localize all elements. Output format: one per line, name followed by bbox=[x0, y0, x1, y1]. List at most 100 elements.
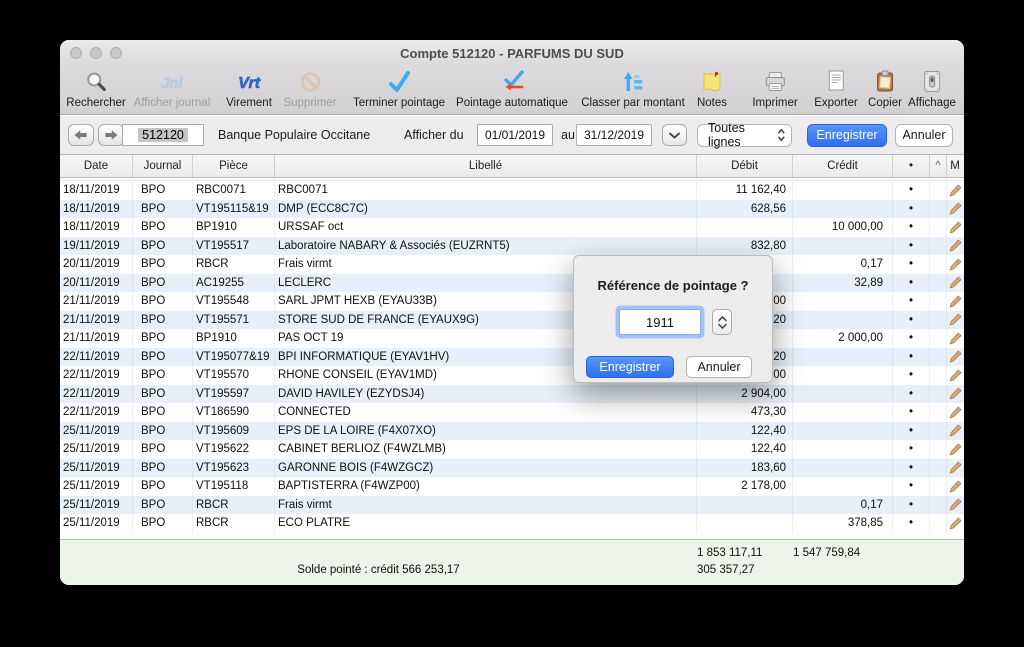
edit-row-button[interactable] bbox=[947, 274, 963, 293]
lines-filter-select[interactable]: Toutes lignes bbox=[697, 121, 792, 149]
dialog-cancel-button[interactable]: Annuler bbox=[686, 356, 752, 378]
pencil-icon bbox=[949, 369, 961, 382]
sort-by-amount-button[interactable]: Classer par montant bbox=[581, 68, 685, 109]
cell-credit bbox=[793, 347, 893, 366]
cell-piece: VT195622 bbox=[193, 440, 275, 459]
pointed-balance-debit: 305 357,27 bbox=[697, 563, 755, 576]
edit-row-button[interactable] bbox=[947, 459, 963, 478]
column-header-journal[interactable]: Journal bbox=[133, 155, 193, 177]
table-row[interactable]: 18/11/2019 BPO RBC0071 RBC0071 11 162,40… bbox=[60, 181, 964, 200]
display-button[interactable]: Affichage bbox=[908, 68, 956, 109]
auto-pointing-button[interactable]: Pointage automatique bbox=[456, 68, 568, 109]
table-row[interactable]: 25/11/2019 BPO VT195623 GARONNE BOIS (F4… bbox=[60, 458, 964, 478]
table-row[interactable]: 22/11/2019 BPO VT195077&19 BPI INFORMATI… bbox=[60, 347, 964, 367]
date-from-field[interactable]: 01/01/2019 bbox=[477, 124, 553, 146]
table-row[interactable]: 21/11/2019 BPO VT195548 SARL JPMT HEXB (… bbox=[60, 292, 964, 311]
cell-credit: 0,17 bbox=[793, 255, 893, 274]
copy-icon bbox=[873, 68, 897, 96]
table-row[interactable]: 18/11/2019 BPO VT195115&19 DMP (ECC8C7C)… bbox=[60, 199, 964, 219]
print-button[interactable]: Imprimer bbox=[752, 68, 798, 109]
edit-row-button[interactable] bbox=[947, 403, 963, 422]
table-row[interactable]: 22/11/2019 BPO VT195597 DAVID HAVILEY (E… bbox=[60, 384, 964, 404]
edit-row-button[interactable] bbox=[947, 496, 963, 515]
previous-account-button[interactable] bbox=[68, 124, 94, 146]
cell-credit bbox=[793, 384, 893, 403]
edit-row-button[interactable] bbox=[947, 311, 963, 330]
table-row[interactable]: 21/11/2019 BPO BP1910 PAS OCT 19 2 000,0… bbox=[60, 329, 964, 348]
table-row[interactable]: 19/11/2019 BPO VT195517 Laboratoire NABA… bbox=[60, 236, 964, 256]
total-credit: 1 547 759,84 bbox=[793, 546, 861, 559]
finish-pointing-button[interactable]: Terminer pointage bbox=[353, 68, 445, 109]
reference-stepper[interactable] bbox=[712, 309, 732, 335]
column-header-debit[interactable]: Débit bbox=[697, 155, 793, 177]
titlebar[interactable]: Compte 512120 - PARFUMS DU SUD bbox=[60, 40, 964, 66]
table-row[interactable]: 25/11/2019 BPO VT195609 EPS DE LA LOIRE … bbox=[60, 421, 964, 441]
edit-row-button[interactable] bbox=[947, 255, 963, 274]
cell-date: 25/11/2019 bbox=[60, 440, 133, 459]
column-header-date[interactable]: Date bbox=[60, 155, 133, 177]
table-row[interactable]: 20/11/2019 BPO RBCR Frais virmt 0,17 • bbox=[60, 255, 964, 274]
edit-row-button[interactable] bbox=[947, 477, 963, 496]
edit-row-button[interactable] bbox=[947, 218, 963, 237]
edit-row-button[interactable] bbox=[947, 385, 963, 404]
table-row[interactable]: 20/11/2019 BPO AC19255 LECLERC 32,89 • bbox=[60, 273, 964, 293]
export-button[interactable]: Exporter bbox=[814, 68, 858, 109]
edit-row-button[interactable] bbox=[947, 366, 963, 385]
table-row[interactable]: 25/11/2019 BPO VT195118 BAPTISTERRA (F4W… bbox=[60, 477, 964, 496]
table-row[interactable]: 25/11/2019 BPO VT195622 CABINET BERLIOZ … bbox=[60, 440, 964, 459]
date-presets-button[interactable] bbox=[662, 124, 687, 146]
edit-row-button[interactable] bbox=[947, 514, 963, 533]
table-row[interactable]: 18/11/2019 BPO BP1910 URSSAF oct 10 000,… bbox=[60, 218, 964, 237]
edit-row-button[interactable] bbox=[947, 292, 963, 311]
cell-credit bbox=[793, 440, 893, 459]
column-header-caret[interactable]: ^ bbox=[930, 155, 947, 177]
edit-row-button[interactable] bbox=[947, 329, 963, 348]
notes-button[interactable]: Notes bbox=[697, 68, 727, 109]
pointed-marker: • bbox=[893, 273, 930, 292]
pointing-reference-input[interactable] bbox=[619, 309, 701, 335]
sort-amount-icon bbox=[621, 68, 645, 96]
window-title: Compte 512120 - PARFUMS DU SUD bbox=[400, 46, 624, 61]
copy-button[interactable]: Copier bbox=[868, 68, 902, 109]
cell-piece: RBCR bbox=[193, 514, 275, 533]
table-row[interactable]: 22/11/2019 BPO VT186590 CONNECTED 473,30… bbox=[60, 403, 964, 422]
column-header-credit[interactable]: Crédit bbox=[793, 155, 893, 177]
edit-row-button[interactable] bbox=[947, 200, 963, 219]
cell-debit bbox=[697, 495, 793, 514]
date-to-field[interactable]: 31/12/2019 bbox=[576, 124, 652, 146]
table-row[interactable]: 22/11/2019 BPO VT195570 RHONE CONSEIL (E… bbox=[60, 366, 964, 385]
edit-row-button[interactable] bbox=[947, 181, 963, 200]
edit-row-button[interactable] bbox=[947, 348, 963, 367]
account-number-field[interactable]: 512120 bbox=[122, 124, 204, 146]
pointed-marker: • bbox=[893, 384, 930, 403]
transfer-button[interactable]: Vrt Virement bbox=[226, 68, 272, 109]
cell-piece: VT195570 bbox=[193, 366, 275, 385]
column-header-libelle[interactable]: Libellé bbox=[275, 155, 697, 177]
save-button[interactable]: Enregistrer bbox=[807, 123, 887, 147]
column-header-piece[interactable]: Pièce bbox=[193, 155, 275, 177]
cell-credit: 378,85 bbox=[793, 514, 893, 533]
cell-caret bbox=[930, 236, 947, 255]
cell-credit bbox=[793, 477, 893, 496]
table-row[interactable]: 21/11/2019 BPO VT195571 STORE SUD DE FRA… bbox=[60, 310, 964, 330]
edit-row-button[interactable] bbox=[947, 237, 963, 256]
column-header-pointed[interactable]: • bbox=[893, 155, 930, 177]
cell-debit: 122,40 bbox=[697, 421, 793, 440]
toolbar-label: Afficher journal bbox=[133, 97, 211, 109]
cell-caret bbox=[930, 458, 947, 477]
cell-date: 18/11/2019 bbox=[60, 218, 133, 237]
next-account-button[interactable] bbox=[98, 124, 124, 146]
cell-credit bbox=[793, 181, 893, 200]
dialog-save-button[interactable]: Enregistrer bbox=[586, 356, 674, 378]
cancel-button[interactable]: Annuler bbox=[895, 123, 953, 147]
toolbar-label: Copier bbox=[868, 97, 902, 109]
cell-libelle: RBC0071 bbox=[275, 181, 697, 200]
edit-row-button[interactable] bbox=[947, 440, 963, 459]
column-header-m[interactable]: M bbox=[947, 155, 963, 177]
cell-date: 21/11/2019 bbox=[60, 292, 133, 311]
table-row[interactable]: 25/11/2019 BPO RBCR ECO PLATRE 378,85 • bbox=[60, 514, 964, 533]
search-button[interactable]: Rechercher bbox=[66, 68, 126, 109]
edit-row-button[interactable] bbox=[947, 422, 963, 441]
table-row[interactable]: 25/11/2019 BPO RBCR Frais virmt 0,17 • bbox=[60, 495, 964, 515]
check-icon bbox=[386, 68, 412, 96]
